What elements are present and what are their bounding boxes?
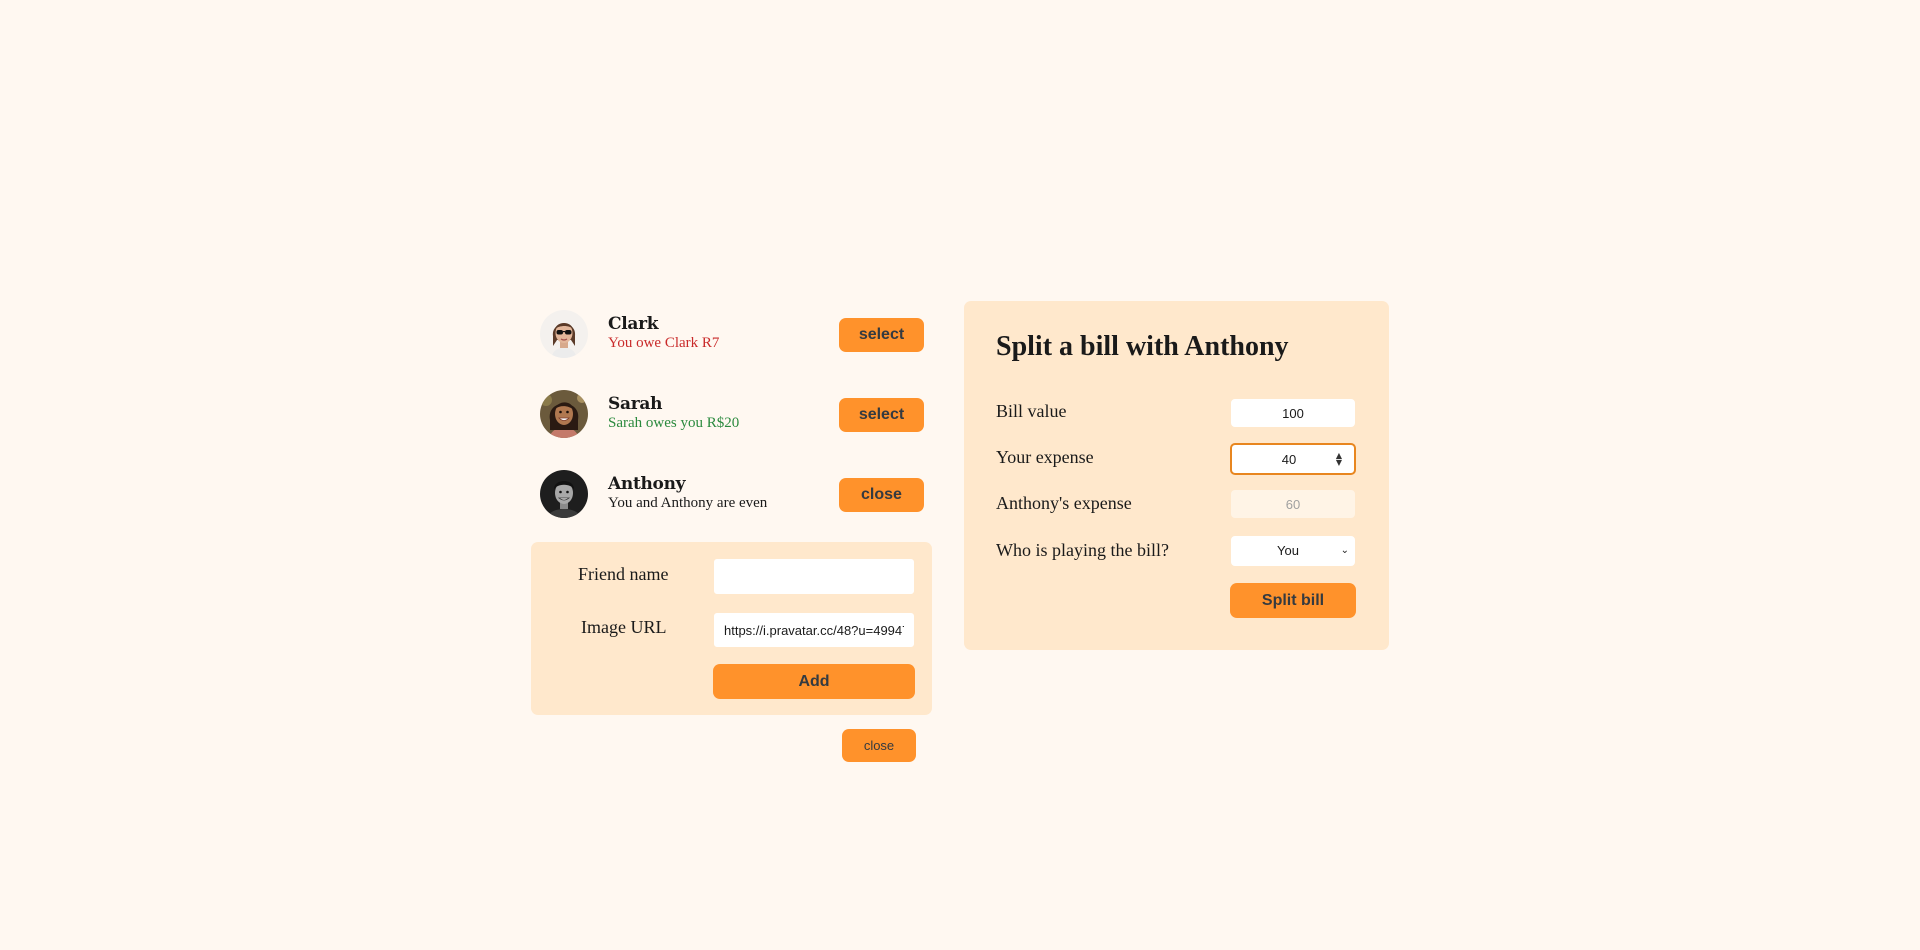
smiling-woman-avatar-icon — [540, 390, 588, 438]
avatar — [540, 390, 588, 438]
split-bill-form: Split a bill with Anthony Bill value You… — [964, 301, 1389, 650]
avatar — [540, 310, 588, 358]
friend-balance-status: You owe Clark R7 — [608, 335, 720, 351]
friend-expense-label: Anthony's expense — [996, 493, 1132, 513]
friend-name: Clark — [608, 314, 659, 334]
bill-value-input[interactable] — [1230, 398, 1356, 428]
friend-item-anthony: Anthony You and Anthony are even close — [531, 461, 933, 541]
woman-with-sunglasses-avatar-icon — [540, 310, 588, 358]
friend-balance-status: Sarah owes you R$20 — [608, 415, 740, 431]
friend-item-sarah: Sarah Sarah owes you R$20 select — [531, 381, 933, 461]
bill-value-label: Bill value — [996, 401, 1067, 421]
your-expense-label: Your expense — [996, 447, 1094, 467]
payer-selected-value: You — [1277, 543, 1299, 558]
image-url-input[interactable] — [713, 612, 915, 648]
select-friend-button[interactable]: select — [839, 318, 924, 352]
friend-item-clark: Clark You owe Clark R7 select — [531, 301, 933, 381]
payer-select[interactable]: You ⌄ — [1230, 535, 1356, 567]
add-friend-form: Friend name Image URL Add — [531, 542, 932, 715]
man-bw-avatar-icon — [540, 470, 588, 518]
select-friend-button[interactable]: select — [839, 398, 924, 432]
close-add-form-button[interactable]: close — [842, 729, 916, 762]
friend-name: Anthony — [608, 474, 686, 494]
close-friend-button[interactable]: close — [839, 478, 924, 512]
number-stepper-icon[interactable]: ▲ ▼ — [1332, 452, 1346, 467]
friend-name-label: Friend name — [578, 564, 669, 584]
avatar — [540, 470, 588, 518]
friend-name: Sarah — [608, 394, 663, 414]
add-friend-button[interactable]: Add — [713, 664, 915, 699]
image-url-label: Image URL — [581, 617, 667, 637]
payer-label: Who is playing the bill? — [996, 540, 1169, 560]
split-bill-button[interactable]: Split bill — [1230, 583, 1356, 618]
chevron-down-icon: ⌄ — [1340, 545, 1349, 556]
friend-name-input[interactable] — [713, 558, 915, 595]
eat-n-split-app: Clark You owe Clark R7 select Sarah Sara… — [531, 301, 1389, 771]
friend-expense-input — [1230, 489, 1356, 519]
friend-balance-status: You and Anthony are even — [608, 495, 768, 511]
split-bill-title: Split a bill with Anthony — [996, 331, 1289, 362]
